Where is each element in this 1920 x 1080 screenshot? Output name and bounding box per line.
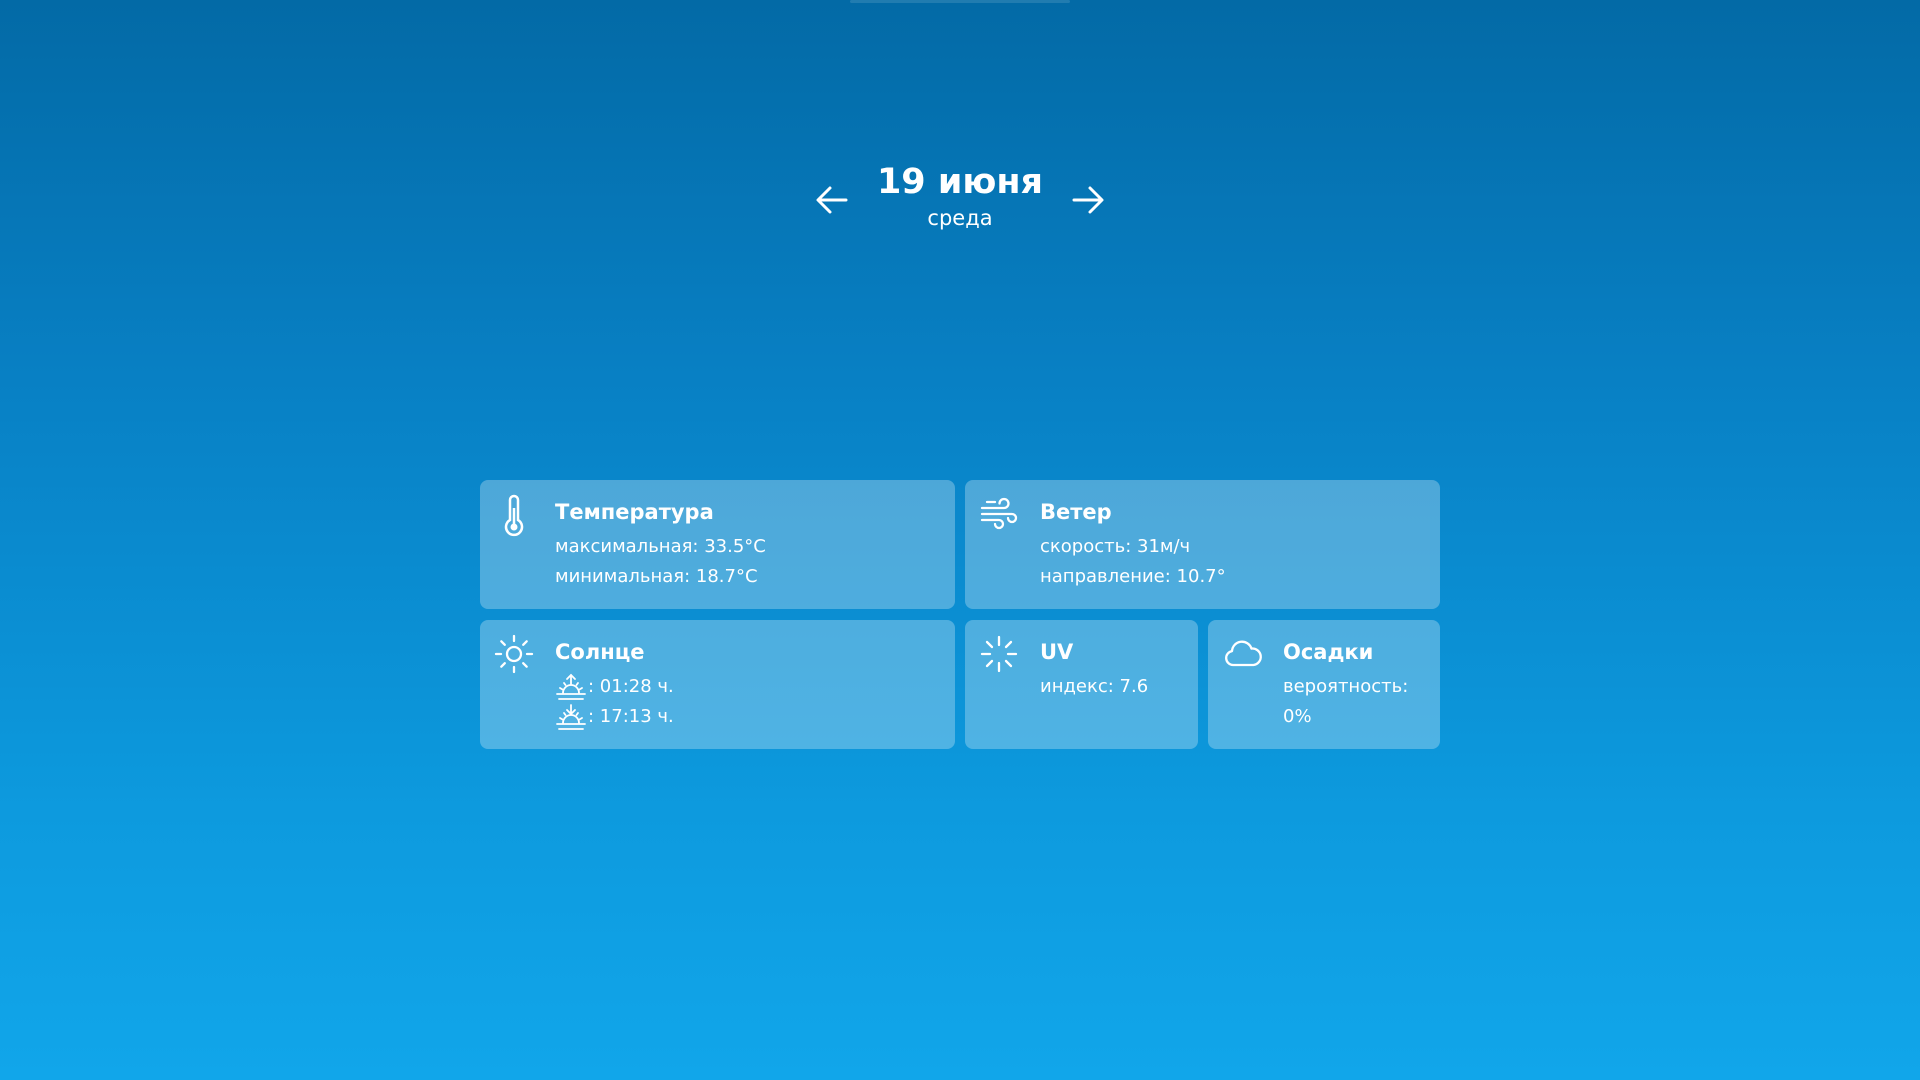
uv-index: индекс: 7.6 [1040, 676, 1149, 697]
precipitation-card: Осадки вероятность: 0% [1208, 620, 1440, 749]
date-display: 19 июня среда [860, 160, 1060, 232]
sun-icon [494, 634, 534, 674]
temperature-max: максимальная: 33.5°C [555, 536, 766, 557]
temperature-card: Температура максимальная: 33.5°C минимал… [480, 480, 955, 609]
wind-title: Ветер [1040, 500, 1112, 524]
wind-speed: скорость: 31м/ч [1040, 536, 1191, 557]
arrow-left-icon [816, 186, 848, 214]
sunset-row: : 17:13 ч. [555, 702, 943, 732]
temperature-min: минимальная: 18.7°C [555, 566, 758, 587]
sunset-time: : 17:13 ч. [588, 706, 674, 727]
previous-day-button[interactable] [810, 178, 854, 222]
wind-direction: направление: 10.7° [1040, 566, 1226, 587]
sun-title: Солнце [555, 640, 645, 664]
sunrise-time: : 01:28 ч. [588, 676, 674, 697]
sunrise-icon [556, 673, 586, 700]
sunset-icon [556, 704, 586, 730]
uv-card: UV индекс: 7.6 [965, 620, 1198, 749]
wind-icon [979, 494, 1019, 534]
thermometer-icon [494, 494, 534, 537]
uv-icon [979, 634, 1019, 674]
sun-card: Солнце : 01:28 ч.: 17:13 ч. [480, 620, 955, 749]
date-title: 19 июня [876, 162, 1044, 202]
weekday-label: среда [927, 206, 993, 230]
temperature-title: Температура [555, 500, 714, 524]
uv-title: UV [1040, 640, 1074, 664]
next-day-button[interactable] [1066, 178, 1110, 222]
arrow-right-icon [1072, 186, 1104, 214]
precipitation-title: Осадки [1283, 640, 1374, 664]
precipitation-probability: вероятность: 0% [1283, 676, 1409, 727]
cloud-icon [1222, 634, 1262, 674]
sunrise-row: : 01:28 ч. [555, 672, 943, 702]
wind-card: Ветер скорость: 31м/ч направление: 10.7° [965, 480, 1440, 609]
date-navigator: 19 июня среда [810, 160, 1110, 240]
top-decoration [850, 0, 1070, 3]
